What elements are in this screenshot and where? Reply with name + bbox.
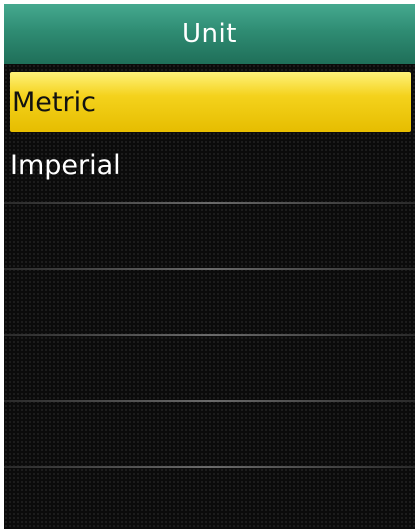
row-divider <box>4 466 415 468</box>
row-divider <box>4 268 415 270</box>
row-divider <box>4 334 415 336</box>
option-metric[interactable]: Metric <box>10 72 411 132</box>
option-imperial[interactable]: Imperial <box>4 132 415 198</box>
device-screen: Unit Metric Imperial <box>4 4 415 529</box>
option-label: Metric <box>12 86 96 118</box>
row-divider <box>4 400 415 402</box>
option-label: Imperial <box>10 149 121 181</box>
page-title: Unit <box>182 19 237 49</box>
title-bar: Unit <box>4 4 415 64</box>
row-divider <box>4 202 415 204</box>
unit-option-list: Metric Imperial <box>4 70 415 198</box>
